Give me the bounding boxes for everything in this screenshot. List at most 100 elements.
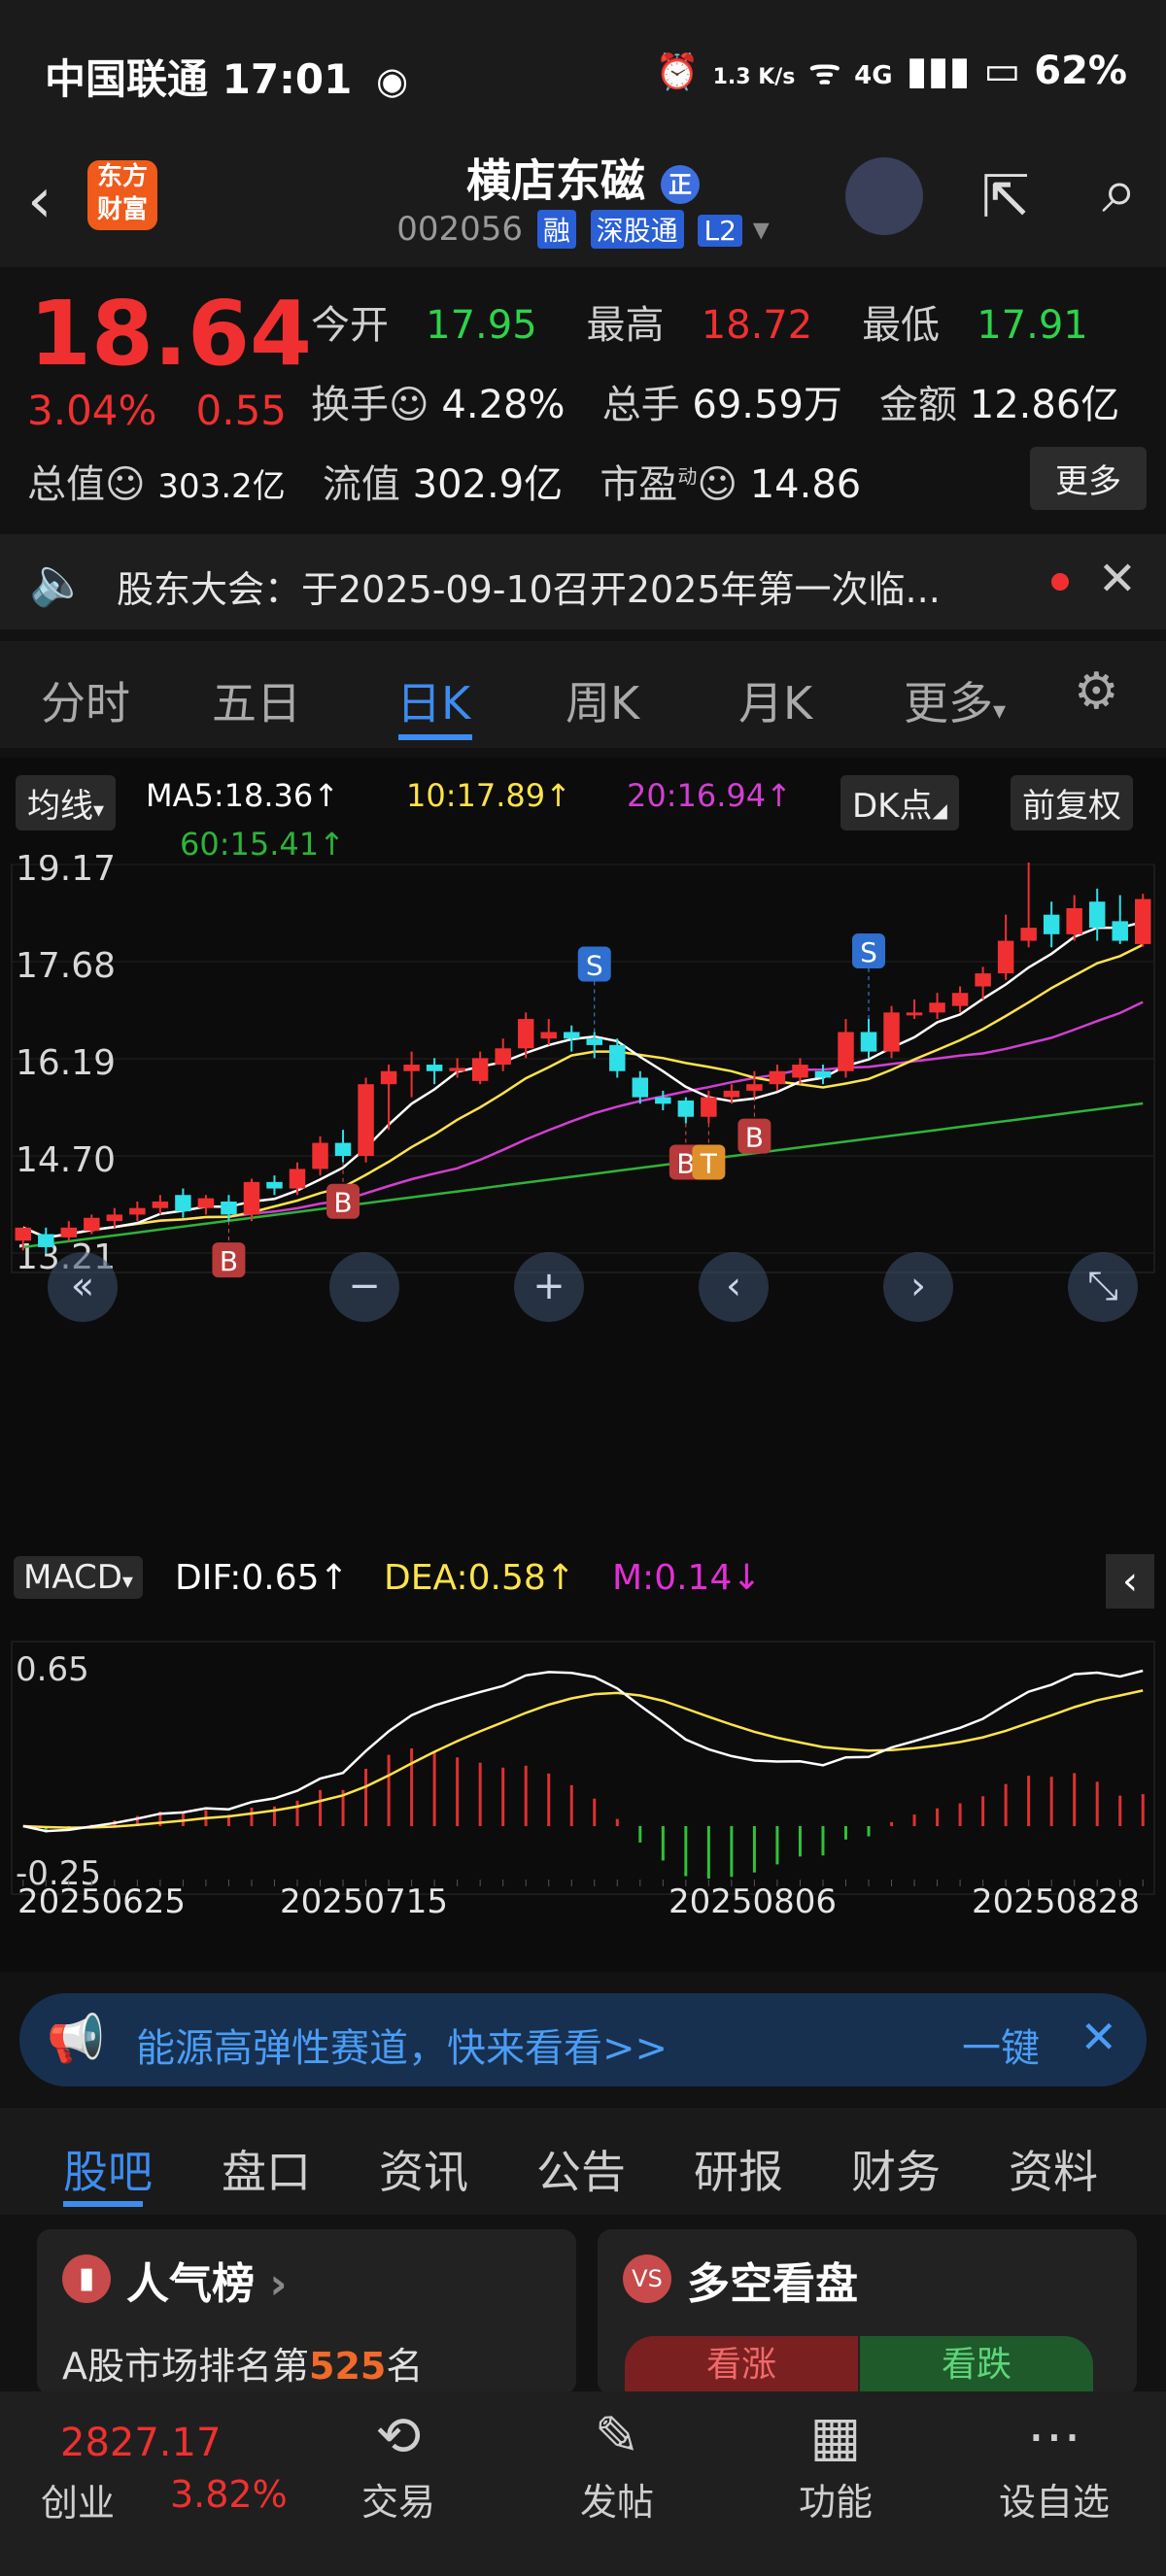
tab-weekly-k[interactable]: 周K [566, 668, 639, 732]
wifi-icon: ᯤ [808, 52, 841, 92]
candle-body [997, 940, 1014, 974]
adjust-button[interactable]: 前复权 [1011, 775, 1133, 830]
candle-body [243, 1181, 260, 1215]
last-price: 18.64 [29, 282, 313, 386]
next-icon-glyph: › [910, 1264, 926, 1308]
price-change: 3.04% 0.55 [27, 387, 288, 434]
dif-line [22, 1669, 1144, 1833]
ranking-icon: ▮ [62, 2254, 111, 2303]
close-icon[interactable]: ✕ [1098, 552, 1137, 606]
close-ad-icon[interactable]: ✕ [1080, 2011, 1117, 2063]
macd-tick-top: 0.65 [16, 1650, 89, 1689]
bear-button[interactable]: 看跌 [860, 2336, 1093, 2394]
ad-banner[interactable]: 📢 能源高弹性赛道，快来看看>> 一键 ✕ [19, 1993, 1147, 2086]
edit-icon: ✎ [594, 2405, 640, 2468]
tab-profile[interactable]: 资料 [1009, 2137, 1098, 2201]
tab-more[interactable]: 更多▾ [904, 668, 1006, 732]
chevron-down-icon: ▾ [752, 210, 770, 249]
candle-body [495, 1048, 511, 1066]
collapse-icon[interactable]: ‹ [1106, 1554, 1154, 1609]
share-icon[interactable]: ⇱ [981, 163, 1030, 231]
tab-daily-k[interactable]: 日K [396, 668, 470, 732]
index-name[interactable]: 创业 [41, 2473, 115, 2526]
search-icon[interactable]: ⌕ [1102, 155, 1137, 227]
settings-gear-icon[interactable]: ⚙ [1074, 662, 1119, 721]
tab-monthly-k[interactable]: 月K [738, 668, 812, 732]
tab-underline [398, 734, 472, 740]
candle-body [838, 1032, 854, 1071]
ma5-legend: MA5:18.36↑ [146, 777, 340, 814]
candle-body [1066, 907, 1082, 934]
tab-research[interactable]: 研报 [694, 2137, 783, 2201]
nav-watchlist[interactable]: ⋯ 设自选 [981, 2391, 1127, 2525]
candle-body [334, 1142, 352, 1156]
stock-code: 002056 [396, 210, 523, 249]
quote-row-1: 今开 17.95 最高 18.72 最低 17.91 [311, 303, 1088, 348]
nav-watchlist-label: 设自选 [998, 2481, 1110, 2524]
candle-body [814, 1070, 832, 1078]
zoom-out-icon-glyph: − [348, 1264, 381, 1308]
tab-forum[interactable]: 股吧 [63, 2137, 153, 2201]
index-pct[interactable]: 3.82% [170, 2473, 288, 2516]
date-tick-1: 20250625 [17, 1882, 187, 1921]
notice-dot [1051, 573, 1069, 591]
nav-functions[interactable]: ▦ 功能 [763, 2391, 909, 2525]
candle-body [312, 1142, 328, 1169]
macd-button[interactable]: MACD▾ [14, 1556, 143, 1599]
robot-avatar[interactable] [845, 157, 923, 235]
price-tick-label: 16.19 [16, 1043, 116, 1083]
candle-body [1088, 901, 1106, 929]
tab-intraday[interactable]: 分时 [41, 668, 130, 732]
candle-body [380, 1070, 397, 1085]
candle-body [1043, 914, 1060, 934]
candle-body [289, 1169, 306, 1189]
ma10-line [22, 943, 1144, 1239]
candle-body [517, 1019, 534, 1049]
trade-icon: ⟲ [375, 2405, 422, 2468]
candle-body [975, 973, 991, 987]
trade-marker-label: S [860, 936, 877, 968]
candle-body [15, 1227, 31, 1241]
bull-bear-title: 多空看盘 [687, 2259, 858, 2309]
notice-bar[interactable]: 🔈 股东大会：于2025-09-10召开2025年第一次临... ✕ [0, 534, 1166, 629]
date-tick-4: 20250828 [972, 1882, 1141, 1921]
notice-text: 股东大会：于2025-09-10召开2025年第一次临... [117, 568, 941, 611]
trade-marker-label: B [220, 1245, 238, 1277]
nav-functions-label: 功能 [798, 2481, 873, 2524]
dk-point-button[interactable]: DK点◢ [840, 775, 959, 830]
bull-bear-card[interactable]: VS 多空看盘 看涨 看跌 [598, 2229, 1137, 2394]
index-value[interactable]: 2827.17 [60, 2421, 221, 2465]
candle-body [769, 1070, 786, 1085]
ma10-legend: 10:17.89↑ [406, 777, 571, 814]
tab-announcements[interactable]: 公告 [536, 2137, 626, 2201]
status-right: ⏰ 1.3 K/s ᯤ 4G ▮▮▮ ▭ 62% [655, 49, 1127, 93]
candle-body [1020, 928, 1037, 941]
tab-orderbook[interactable]: 盘口 [222, 2137, 311, 2201]
tab-five-day[interactable]: 五日 [212, 668, 301, 732]
m-legend: M:0.14↓ [612, 1558, 762, 1598]
nav-trade[interactable]: ⟲ 交易 [326, 2391, 471, 2525]
zoom-in-icon-glyph: + [532, 1264, 566, 1308]
candle-body [906, 1012, 923, 1016]
more-quote-button[interactable]: 更多 [1030, 447, 1147, 510]
kline-chart[interactable]: 19.1717.6816.1914.7013.21BBSBTBS«−+‹›⤡0.… [0, 855, 1166, 1943]
ad-action[interactable]: 一键 [962, 2017, 1040, 2073]
popularity-title: 人气榜 › [126, 2259, 288, 2309]
tab-financials[interactable]: 财务 [851, 2137, 941, 2201]
ma-button[interactable]: 均线▾ [16, 775, 117, 830]
candle-body [106, 1214, 123, 1222]
popularity-card[interactable]: ▮ 人气榜 › A股市场排名第525名 [37, 2229, 576, 2394]
candle-body [609, 1044, 626, 1071]
trade-marker-label: B [745, 1122, 764, 1154]
candle-body [471, 1058, 489, 1081]
candle-body [677, 1100, 695, 1117]
bull-button[interactable]: 看涨 [625, 2336, 858, 2394]
candle-body [723, 1090, 740, 1098]
nav-post[interactable]: ✎ 发帖 [544, 2391, 690, 2525]
quote-panel: 18.64 3.04% 0.55 今开 17.95 最高 18.72 最低 17… [0, 272, 1166, 525]
candle-body [38, 1234, 54, 1247]
tab-news[interactable]: 资讯 [379, 2137, 468, 2201]
ad-text: 能源高弹性赛道，快来看看>> [136, 2026, 669, 2071]
candle-body [655, 1097, 671, 1104]
nav-trade-label: 交易 [360, 2481, 435, 2524]
